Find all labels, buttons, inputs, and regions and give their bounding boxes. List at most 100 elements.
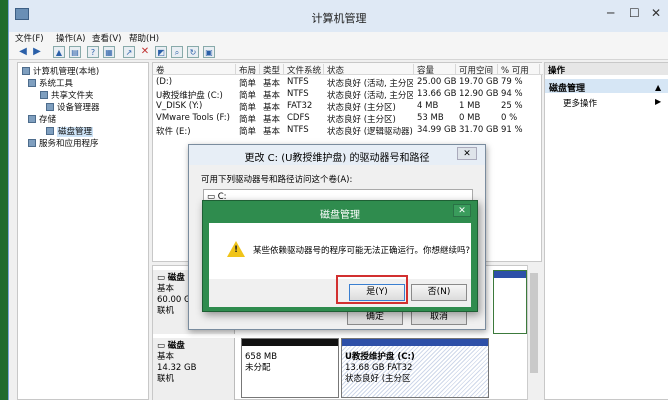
cell-percent: 94 %	[501, 89, 523, 99]
device-manager-icon	[46, 103, 54, 111]
confirm-message: 某些依赖驱动器号的程序可能无法正确运行。你想继续吗?	[253, 246, 471, 256]
cell-capacity: 34.99 GB	[417, 125, 457, 135]
menu-help[interactable]: 帮助(H)	[129, 32, 159, 44]
cell-capacity: 4 MB	[417, 101, 439, 111]
confirm-dialog-title: 磁盘管理	[320, 210, 360, 221]
table-row[interactable]: U教授维护盘 (C:) 简单 基本 NTFS 状态良好 (活动, 主分区) 13…	[153, 88, 543, 101]
menu-action[interactable]: 操作(A)	[56, 32, 85, 44]
cell-volume: V_DISK (Y:)	[156, 101, 203, 111]
tree-item-root[interactable]: 计算机管理(本地)	[22, 65, 99, 77]
cell-free: 12.90 GB	[459, 89, 499, 99]
cell-filesystem: CDFS	[287, 113, 310, 123]
disk-1-label[interactable]: ▭ 磁盘 基本 14.32 GB 联机	[153, 338, 235, 400]
cell-status: 状态良好 (逻辑驱动器)	[327, 127, 413, 137]
unallocated-label: 未分配	[245, 363, 271, 373]
back-icon[interactable]: ◀	[17, 46, 29, 58]
disk-1-size: 14.32 GB	[157, 363, 197, 373]
unallocated-size: 658 MB	[245, 352, 278, 362]
table-row[interactable]: V_DISK (Y:) 简单 基本 FAT32 状态良好 (主分区) 4 MB …	[153, 100, 543, 113]
up-folder-icon[interactable]: ▲	[53, 46, 65, 58]
col-free-space[interactable]: 可用空间	[456, 64, 498, 76]
table-row[interactable]: VMware Tools (F:) 简单 基本 CDFS 状态良好 (主分区) …	[153, 112, 543, 125]
c-drive-name: U教授维护盘 (C:)	[345, 352, 415, 362]
table-row[interactable]: 软件 (E:) 简单 基本 NTFS 状态良好 (逻辑驱动器) 34.99 GB…	[153, 124, 543, 137]
cell-filesystem: NTFS	[287, 89, 309, 99]
disk-1-name: 磁盘	[167, 341, 185, 351]
col-filesystem[interactable]: 文件系统	[284, 64, 324, 76]
col-type[interactable]: 类型	[260, 64, 284, 76]
connect-icon[interactable]: ↗	[123, 46, 135, 58]
col-percent-free[interactable]: % 可用	[498, 64, 540, 76]
menu-file[interactable]: 文件(F)	[15, 32, 44, 44]
navigation-tree: 计算机管理(本地) 系统工具 共享文件夹 设备管理器 存储 磁盘管理 服务和应用…	[17, 62, 149, 400]
minimize-button[interactable]: ─	[607, 6, 614, 20]
cell-filesystem: NTFS	[287, 77, 309, 87]
folder-icon	[40, 91, 48, 99]
no-button[interactable]: 否(N)	[411, 284, 467, 301]
maximize-button[interactable]: ☐	[629, 6, 640, 20]
window-title: 计算机管理	[311, 12, 367, 25]
cell-volume: 软件 (E:)	[156, 127, 191, 137]
col-layout[interactable]: 布局	[236, 64, 260, 76]
tree-item-device-manager[interactable]: 设备管理器	[46, 101, 100, 113]
tree-item-storage[interactable]: 存储	[28, 113, 56, 125]
disk-management-icon	[46, 127, 54, 135]
delete-icon[interactable]: ✕	[139, 46, 151, 58]
actions-section-disk-management[interactable]: 磁盘管理	[545, 79, 668, 94]
tree-item-shared-folders[interactable]: 共享文件夹	[40, 89, 94, 101]
computer-icon	[22, 67, 30, 75]
cell-capacity: 53 MB	[417, 113, 444, 123]
confirm-dialog-body: ! 某些依赖驱动器号的程序可能无法正确运行。你想继续吗?	[209, 223, 471, 279]
actions-pane: 操作 磁盘管理 ▲ 更多操作 ▶	[544, 62, 668, 400]
cell-free: 1 MB	[459, 101, 481, 111]
forward-icon[interactable]: ▶	[31, 46, 43, 58]
col-status[interactable]: 状态	[324, 64, 414, 76]
tree-item-disk-management[interactable]: 磁盘管理	[46, 125, 94, 137]
cell-volume: VMware Tools (F:)	[156, 113, 230, 123]
partition-bar	[494, 271, 526, 278]
refresh-icon[interactable]: ↻	[187, 46, 199, 58]
close-button[interactable]: ✕	[651, 6, 661, 20]
col-capacity[interactable]: 容量	[414, 64, 456, 76]
collapse-arrow-icon[interactable]: ▲	[655, 83, 661, 92]
cell-free: 31.70 GB	[459, 125, 499, 135]
tree-item-services[interactable]: 服务和应用程序	[28, 137, 99, 149]
help-icon[interactable]: ?	[87, 46, 99, 58]
show-tree-icon[interactable]: ▤	[69, 46, 81, 58]
disk-icon[interactable]: ▣	[203, 46, 215, 58]
cell-volume: (D:)	[156, 77, 173, 87]
cell-percent: 79 %	[501, 77, 523, 87]
col-volume[interactable]: 卷	[153, 64, 236, 76]
toolbar: ◀ ▶ ▲ ▤ ? ▦ ↗ ✕ ◩ ⌕ ↻ ▣	[9, 44, 668, 60]
disk-view-scrollbar[interactable]	[527, 265, 539, 400]
open-folder-icon[interactable]: ◩	[155, 46, 167, 58]
more-actions-link[interactable]: 更多操作	[563, 97, 597, 109]
properties-icon[interactable]: ▦	[103, 46, 115, 58]
search-icon[interactable]: ⌕	[171, 46, 183, 58]
table-row[interactable]: (D:) 简单 基本 NTFS 状态良好 (活动, 主分区) 25.00 GB …	[153, 76, 543, 89]
menu-view[interactable]: 查看(V)	[92, 32, 121, 44]
scrollbar-thumb[interactable]	[530, 273, 538, 373]
disk-0-partition[interactable]	[493, 270, 527, 334]
dialog-message: 可用下列驱动器号和路径访问这个卷(A):	[201, 175, 353, 185]
services-icon	[28, 139, 36, 147]
title-bar: 计算机管理 ─ ☐ ✕	[9, 0, 668, 32]
unallocated-bar	[242, 339, 338, 346]
dialog-close-button[interactable]: ✕	[457, 147, 477, 160]
c-drive-partition[interactable]: U教授维护盘 (C:) 13.68 GB FAT32 状态良好 (主分区	[341, 338, 489, 398]
menu-bar: 文件(F) 操作(A) 查看(V) 帮助(H)	[9, 32, 668, 44]
storage-icon	[28, 115, 36, 123]
unallocated-partition[interactable]: 658 MB 未分配	[241, 338, 339, 398]
tools-icon	[28, 79, 36, 87]
cell-type: 基本	[263, 127, 281, 137]
cell-free: 0 MB	[459, 113, 481, 123]
confirm-close-button[interactable]: ✕	[453, 204, 471, 217]
disk-icon: ▭	[157, 341, 168, 351]
cell-percent: 25 %	[501, 101, 523, 111]
cell-layout: 简单	[239, 127, 257, 137]
more-actions-arrow-icon[interactable]: ▶	[655, 97, 661, 106]
cell-capacity: 13.66 GB	[417, 89, 457, 99]
tree-item-system-tools[interactable]: 系统工具	[28, 77, 73, 89]
cell-capacity: 25.00 GB	[417, 77, 457, 87]
c-drive-status: 状态良好 (主分区	[345, 374, 411, 384]
